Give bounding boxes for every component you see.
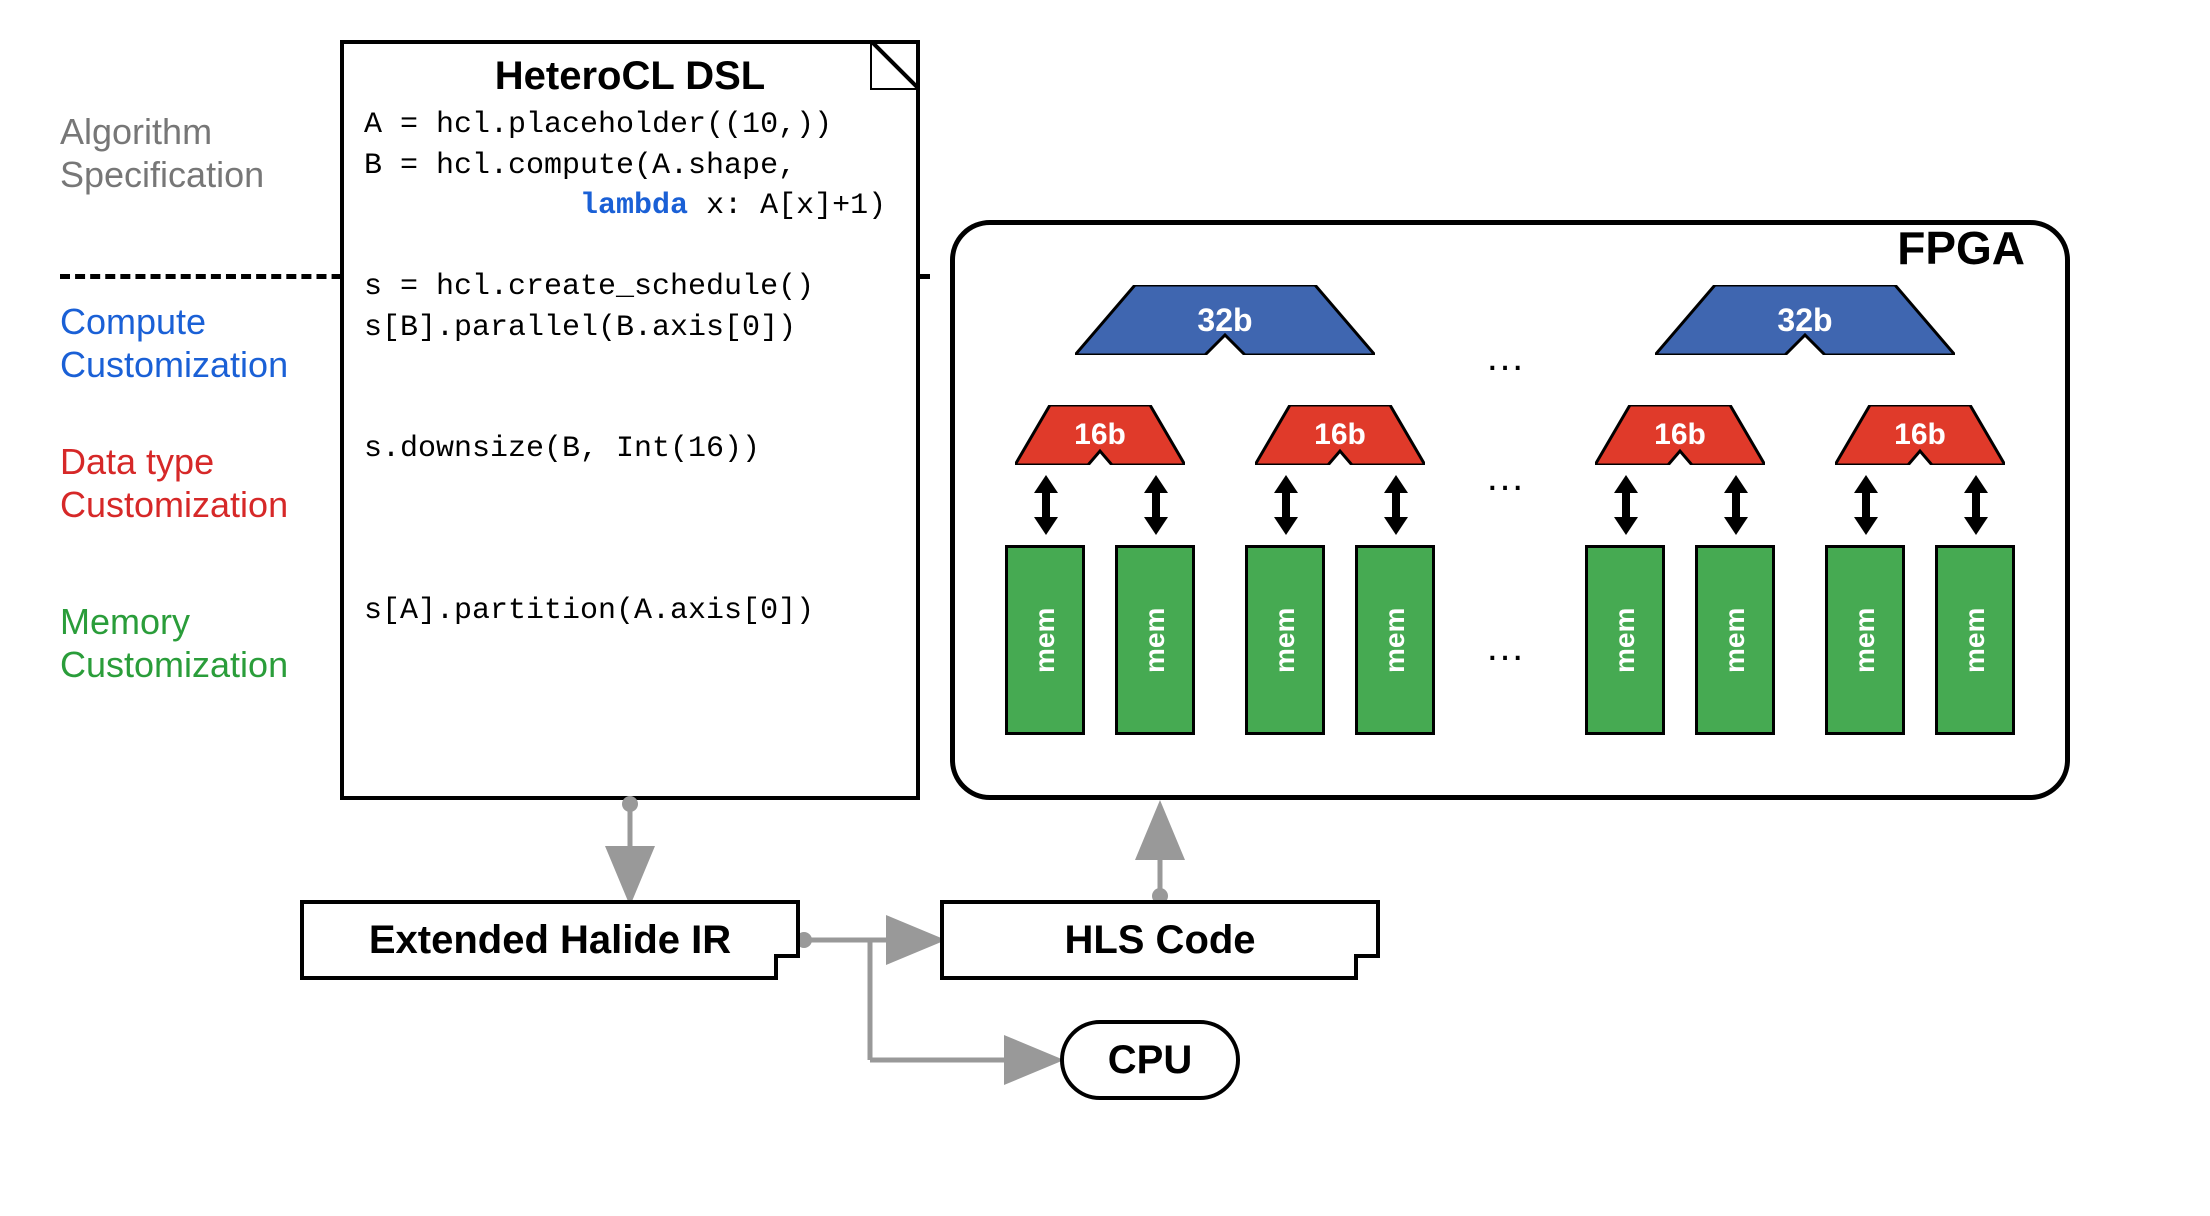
cpu-label: CPU bbox=[1108, 1038, 1192, 1083]
page-fold-icon bbox=[870, 40, 920, 90]
double-arrow-icon bbox=[1143, 475, 1169, 535]
label-algorithm-spec: Algorithm Specification bbox=[60, 110, 264, 196]
ir-label: Extended Halide IR bbox=[369, 918, 731, 963]
adder-32b: 32b bbox=[1075, 285, 1375, 355]
hls-label: HLS Code bbox=[1064, 918, 1255, 963]
mem-block: mem bbox=[1245, 545, 1325, 735]
dsl-code-block: A = hcl.placeholder((10,)) B = hcl.compu… bbox=[344, 105, 916, 632]
cpu-box: CPU bbox=[1060, 1020, 1240, 1100]
mem-block: mem bbox=[1585, 545, 1665, 735]
mem-block: mem bbox=[1115, 545, 1195, 735]
code-line-7: s[A].partition(A.axis[0]) bbox=[364, 594, 814, 628]
mem-block: mem bbox=[1825, 545, 1905, 735]
fpga-title: FPGA bbox=[1897, 221, 2025, 275]
adder-16b: 16b bbox=[1255, 405, 1425, 465]
page-fold-icon bbox=[1354, 954, 1380, 980]
double-arrow-icon bbox=[1033, 475, 1059, 535]
page-fold-icon bbox=[774, 954, 800, 980]
adder-16b: 16b bbox=[1595, 405, 1765, 465]
code-line-5: s[B].parallel(B.axis[0]) bbox=[364, 311, 796, 345]
adder-16b-label: 16b bbox=[1595, 405, 1765, 465]
double-arrow-icon bbox=[1613, 475, 1639, 535]
dsl-title: HeteroCL DSL bbox=[344, 44, 916, 105]
double-arrow-icon bbox=[1383, 475, 1409, 535]
code-line-6: s.downsize(B, Int(16)) bbox=[364, 432, 760, 466]
adder-16b-label: 16b bbox=[1835, 405, 2005, 465]
code-line-3-post: x: A[x]+1) bbox=[688, 189, 886, 223]
adder-16b: 16b bbox=[1015, 405, 1185, 465]
label-datatype-customization: Data type Customization bbox=[60, 440, 288, 526]
adder-16b-label: 16b bbox=[1255, 405, 1425, 465]
fpga-cluster-left: 32b 16b 16b mem mem mem mem bbox=[995, 285, 1455, 755]
ellipsis-icon: … bbox=[1485, 455, 1525, 500]
adder-16b: 16b bbox=[1835, 405, 2005, 465]
ellipsis-icon: … bbox=[1485, 625, 1525, 670]
code-line-4: s = hcl.create_schedule() bbox=[364, 270, 814, 304]
fpga-cluster-right: 32b 16b 16b mem mem mem mem bbox=[1575, 285, 2035, 755]
heterocl-dsl-card: HeteroCL DSL A = hcl.placeholder((10,)) … bbox=[340, 40, 920, 800]
double-arrow-icon bbox=[1723, 475, 1749, 535]
mem-block: mem bbox=[1355, 545, 1435, 735]
double-arrow-icon bbox=[1963, 475, 1989, 535]
code-line-3-pre bbox=[364, 189, 580, 223]
mem-block: mem bbox=[1005, 545, 1085, 735]
extended-halide-ir-box: Extended Halide IR bbox=[300, 900, 800, 980]
mem-block: mem bbox=[1935, 545, 2015, 735]
hls-code-box: HLS Code bbox=[940, 900, 1380, 980]
adder-32b-label: 32b bbox=[1655, 285, 1955, 355]
label-memory-customization: Memory Customization bbox=[60, 600, 288, 686]
adder-32b: 32b bbox=[1655, 285, 1955, 355]
adder-32b-label: 32b bbox=[1075, 285, 1375, 355]
double-arrow-icon bbox=[1273, 475, 1299, 535]
label-compute-customization: Compute Customization bbox=[60, 300, 288, 386]
code-keyword-lambda: lambda bbox=[580, 189, 688, 223]
code-line-1: A = hcl.placeholder((10,)) bbox=[364, 108, 832, 142]
mem-block: mem bbox=[1695, 545, 1775, 735]
adder-16b-label: 16b bbox=[1015, 405, 1185, 465]
ellipsis-icon: … bbox=[1485, 335, 1525, 380]
fpga-card: FPGA 32b 16b 16b mem mem mem bbox=[950, 220, 2070, 800]
double-arrow-icon bbox=[1853, 475, 1879, 535]
code-line-2: B = hcl.compute(A.shape, bbox=[364, 149, 796, 183]
